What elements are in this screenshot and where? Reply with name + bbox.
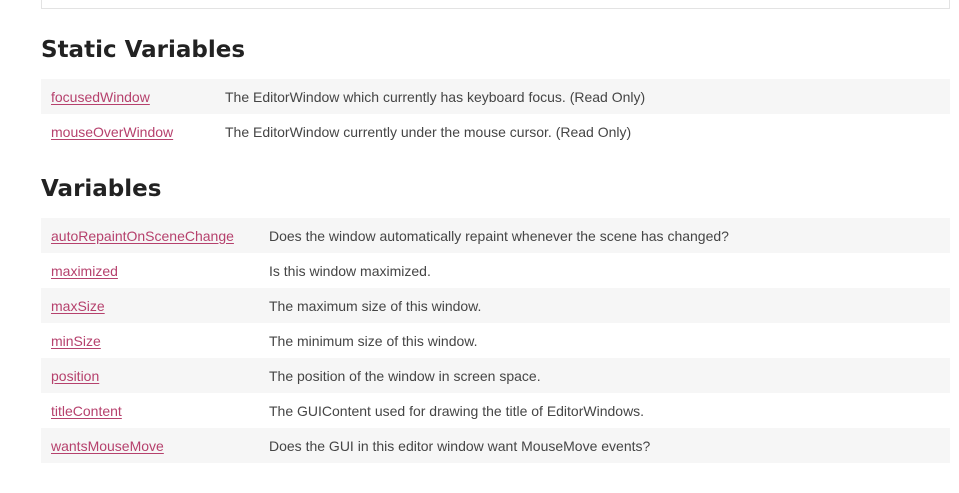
member-link-mouseoverwindow[interactable]: mouseOverWindow (51, 124, 173, 140)
table-row: focusedWindow The EditorWindow which cur… (41, 79, 950, 114)
table-row: mouseOverWindow The EditorWindow current… (41, 114, 950, 149)
member-description: The maximum size of this window. (259, 288, 950, 323)
member-description: The EditorWindow which currently has key… (215, 79, 950, 114)
member-link-titlecontent[interactable]: titleContent (51, 403, 122, 419)
table-row: titleContent The GUIContent used for dra… (41, 393, 950, 428)
table-row: maximized Is this window maximized. (41, 253, 950, 288)
member-description: The position of the window in screen spa… (259, 358, 950, 393)
member-link-maxsize[interactable]: maxSize (51, 298, 105, 314)
member-description: The EditorWindow currently under the mou… (225, 123, 632, 140)
table-row: position The position of the window in s… (41, 358, 950, 393)
table-row: wantsMouseMove Does the GUI in this edit… (41, 428, 950, 463)
variables-heading: Variables (41, 176, 162, 202)
member-description: Is this window maximized. (269, 262, 431, 279)
member-description: Does the GUI in this editor window want … (259, 428, 950, 463)
member-link-minsize[interactable]: minSize (51, 333, 101, 349)
member-description: Does the window automatically repaint wh… (259, 218, 950, 253)
member-link-maximized[interactable]: maximized (51, 263, 118, 279)
member-description: The GUIContent used for drawing the titl… (269, 402, 645, 419)
table-row: maxSize The maximum size of this window. (41, 288, 950, 323)
docs-page: Static Variables focusedWindow The Edito… (0, 0, 959, 493)
previous-section-box (41, 0, 950, 9)
member-link-position[interactable]: position (51, 368, 99, 384)
table-row: autoRepaintOnSceneChange Does the window… (41, 218, 950, 253)
member-link-autorepaintonscenechange[interactable]: autoRepaintOnSceneChange (51, 228, 234, 244)
member-link-wantsmousemove[interactable]: wantsMouseMove (51, 438, 164, 454)
member-link-focusedwindow[interactable]: focusedWindow (51, 89, 150, 105)
static-variables-heading: Static Variables (41, 37, 246, 63)
variables-table: autoRepaintOnSceneChange Does the window… (41, 218, 950, 463)
table-row: minSize The minimum size of this window. (41, 323, 950, 358)
static-variables-table: focusedWindow The EditorWindow which cur… (41, 79, 950, 149)
member-description: The minimum size of this window. (269, 332, 478, 349)
